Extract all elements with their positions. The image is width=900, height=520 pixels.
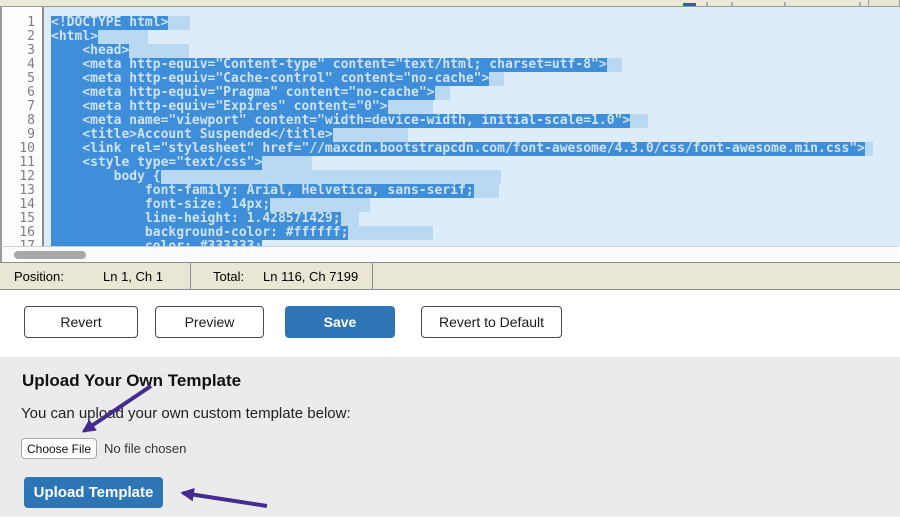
save-button[interactable]: Save [285, 306, 395, 338]
upload-template-section: Upload Your Own Template You can upload … [0, 357, 900, 517]
editor-horizontal-scrollbar[interactable] [0, 246, 898, 262]
code-line: <!DOCTYPE html> [51, 16, 900, 30]
scrollbar-thumb[interactable] [14, 251, 86, 259]
position-label: Position: [14, 269, 64, 284]
toolbar-divider [859, 2, 861, 6]
position-value: Ln 1, Ch 1 [103, 269, 163, 284]
code-line: <meta name="viewport" content="width=dev… [51, 114, 900, 128]
toolbar-divider [731, 2, 733, 6]
line-number: 4 [2, 58, 42, 72]
line-number: 14 [2, 198, 42, 212]
code-editor[interactable]: 1234567891011121314151617 <!DOCTYPE html… [0, 7, 900, 246]
statusbar-divider [372, 263, 373, 289]
code-line: <title>Account Suspended</title> [51, 128, 900, 142]
line-number: 1 [2, 16, 42, 30]
line-number: 12 [2, 170, 42, 184]
line-number: 3 [2, 44, 42, 58]
total-value: Ln 116, Ch 7199 [263, 269, 358, 284]
toolbar-divider [784, 2, 786, 6]
upload-template-button[interactable]: Upload Template [24, 477, 163, 508]
code-line: font-family: Arial, Helvetica, sans-seri… [51, 184, 900, 198]
toolbar-divider [706, 2, 708, 6]
line-number: 5 [2, 72, 42, 86]
upload-section-description: You can upload your own custom template … [21, 405, 351, 422]
line-number: 16 [2, 226, 42, 240]
editor-status-bar: Position: Ln 1, Ch 1 Total: Ln 116, Ch 7… [0, 262, 900, 290]
no-file-chosen-text: No file chosen [104, 441, 186, 456]
statusbar-divider [190, 263, 191, 289]
upload-section-heading: Upload Your Own Template [22, 371, 241, 391]
code-line: <style type="text/css"> [51, 156, 900, 170]
preview-button[interactable]: Preview [155, 306, 264, 338]
line-number: 11 [2, 156, 42, 170]
toolbar-button-edge [868, 0, 900, 6]
revert-button[interactable]: Revert [24, 306, 138, 338]
line-number: 2 [2, 30, 42, 44]
line-number: 10 [2, 142, 42, 156]
total-label: Total: [213, 269, 244, 284]
code-line: line-height: 1.428571429; [51, 212, 900, 226]
code-line: <meta http-equiv="Expires" content="0"> [51, 100, 900, 114]
code-lines[interactable]: <!DOCTYPE html><html> <head> <meta http-… [46, 7, 900, 246]
toolbar-active-indicator [683, 3, 696, 6]
line-number-gutter: 1234567891011121314151617 [2, 7, 44, 246]
line-number: 7 [2, 100, 42, 114]
toolbar-edge-strip [0, 0, 900, 7]
code-line: <meta http-equiv="Cache-control" content… [51, 72, 900, 86]
code-line: font-size: 14px; [51, 198, 900, 212]
revert-to-default-button[interactable]: Revert to Default [421, 306, 562, 338]
line-number: 6 [2, 86, 42, 100]
line-number: 8 [2, 114, 42, 128]
code-line: body { [51, 170, 900, 184]
choose-file-button[interactable]: Choose File [21, 438, 97, 459]
code-line: <meta http-equiv="Content-type" content=… [51, 58, 900, 72]
line-number: 9 [2, 128, 42, 142]
line-number: 13 [2, 184, 42, 198]
code-line: <meta http-equiv="Pragma" content="no-ca… [51, 86, 900, 100]
code-line: <head> [51, 44, 900, 58]
code-line: <html> [51, 30, 900, 44]
line-number: 15 [2, 212, 42, 226]
code-line: background-color: #ffffff; [51, 226, 900, 240]
code-line: <link rel="stylesheet" href="//maxcdn.bo… [51, 142, 900, 156]
